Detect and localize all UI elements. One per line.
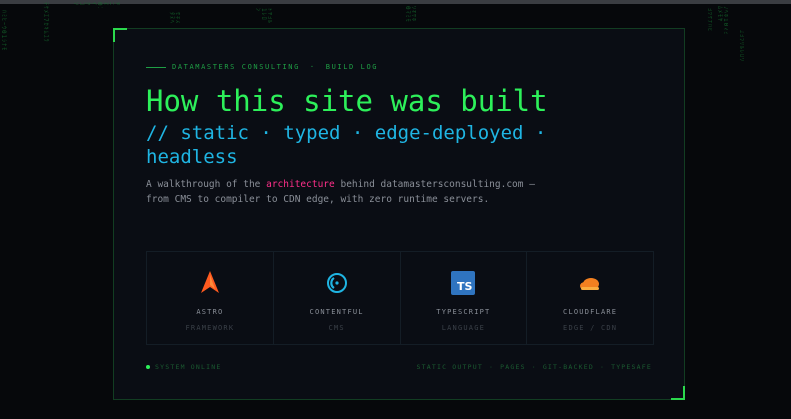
footer-tag: PAGES — [500, 363, 526, 371]
astro-icon — [197, 270, 223, 296]
status-dot-icon — [146, 365, 150, 369]
matrix-rain-column: ﾊﾐﾋｰｳ01ｼﾅﾓ — [0, 10, 7, 52]
typescript-badge: TS — [451, 271, 476, 295]
matrix-rain-column: ﾜｵｻﾎ0ﾏﾐﾓ — [404, 6, 416, 23]
footer-tag: STATIC OUTPUT — [416, 363, 483, 371]
eyebrow-section: BUILD LOG — [325, 63, 379, 71]
build-log-card: DATAMASTERS CONSULTING · BUILD LOG How t… — [113, 28, 685, 400]
stack-item-role: EDGE / CDN — [563, 324, 618, 332]
footer-tag: TYPESAFE — [611, 363, 652, 371]
tech-stack-grid: ASTRO FRAMEWORK CONTENTFUL CMS TS TYPESC… — [146, 251, 654, 345]
stack-item-role: CMS — [328, 324, 345, 332]
matrix-rain-column: ﾄﾔﾖﾙ1ﾚﾛﾝ — [254, 8, 272, 24]
description: A walkthrough of the architecture behind… — [146, 177, 546, 207]
footer-tag-separator: · — [488, 363, 495, 371]
description-text: A walkthrough of the — [146, 179, 267, 190]
page-subtitle: // static · typed · edge-deployed · head… — [146, 122, 547, 168]
page-title: How this site was built — [146, 84, 548, 118]
architecture-highlight: architecture — [266, 179, 335, 190]
footer-tag-separator: · — [599, 363, 606, 371]
stack-item-astro: ASTRO FRAMEWORK — [147, 252, 274, 344]
footer-tag-separator: · — [531, 363, 537, 371]
matrix-rain-column: ﾕﾖﾗﾘﾙﾚﾛﾜ — [738, 30, 744, 63]
eyebrow-separator: · — [309, 63, 316, 71]
eyebrow-brand: DATAMASTERS CONSULTING — [172, 63, 300, 71]
eyebrow-dash — [146, 66, 166, 68]
contentful-icon — [324, 270, 350, 296]
matrix-rain-column: ﾀﾆﾇ01ｲｸｺｿ — [72, 2, 120, 8]
corner-bracket-top-left — [113, 28, 127, 42]
cloudflare-icon — [577, 270, 603, 296]
stack-item-name: TYPESCRIPT — [436, 308, 491, 316]
stack-item-contentful: CONTENTFUL CMS — [274, 252, 401, 344]
matrix-rain-column: ｾﾈｽﾀﾇﾍ — [168, 12, 180, 25]
page: ﾊﾐﾋｰｳ01ｼﾅﾓ ﾃｹﾒｴ7ｶｷﾑﾕﾗ ﾀﾆﾇ01ｲｸｺｿ ｾﾈｽﾀﾇﾍ ﾄ… — [0, 0, 791, 419]
system-status: SYSTEM ONLINE — [146, 363, 221, 371]
stack-item-typescript: TS TYPESCRIPT LANGUAGE — [401, 252, 528, 344]
typescript-icon: TS — [450, 270, 476, 296]
corner-bracket-bottom-right — [671, 386, 685, 400]
footer-tag: GIT-BACKED — [542, 363, 594, 371]
stack-item-name: CLOUDFLARE — [563, 308, 618, 316]
system-status-label: SYSTEM ONLINE — [155, 363, 222, 371]
matrix-rain-column: ﾃｹﾒｴ7ｶｷﾑﾕﾗ — [42, 2, 49, 43]
stack-item-name: ASTRO — [196, 308, 224, 316]
matrix-rain-column: ﾌﾍﾎ10ﾏﾐﾑﾒﾓﾔ — [716, 6, 728, 36]
eyebrow: DATAMASTERS CONSULTING · BUILD LOG — [146, 63, 378, 71]
stack-item-role: LANGUAGE — [441, 324, 486, 332]
stack-item-role: FRAMEWORK — [185, 324, 235, 332]
footer-tags: STATIC OUTPUT · PAGES · GIT-BACKED · TYPESAFE — [417, 363, 653, 371]
stack-item-cloudflare: CLOUDFLARE EDGE / CDN — [527, 252, 653, 344]
matrix-rain-column: ﾖﾂｹﾅﾊﾋ — [706, 8, 712, 33]
stack-item-name: CONTENTFUL — [309, 308, 364, 316]
